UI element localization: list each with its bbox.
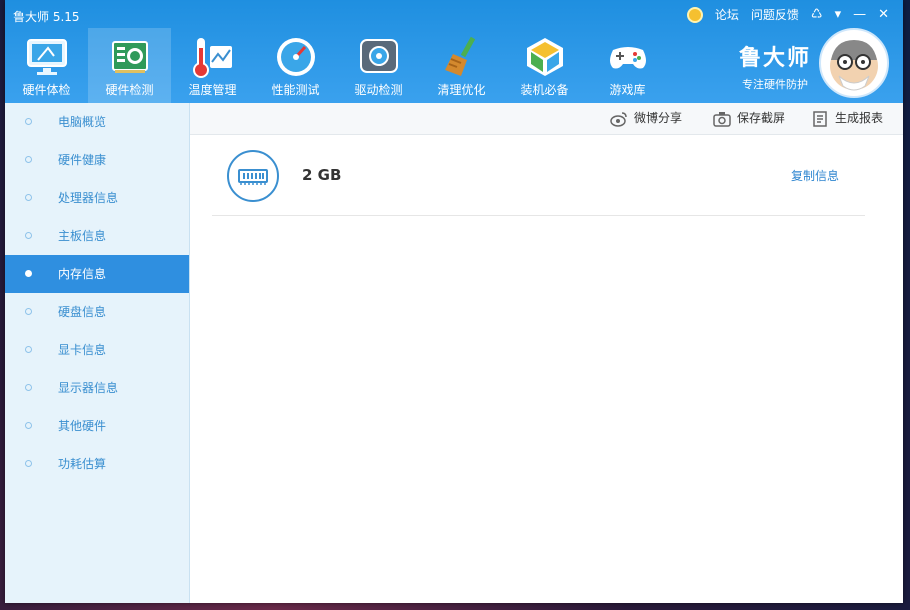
nav-label: 硬件检测 xyxy=(105,83,154,97)
bullet-icon xyxy=(25,308,32,315)
nav-label: 性能测试 xyxy=(271,83,320,97)
nav-cleanup[interactable]: 清理优化 xyxy=(420,28,503,103)
nav-temperature[interactable]: 温度管理 xyxy=(171,28,254,103)
generate-report-button[interactable]: 生成报表 xyxy=(811,103,883,134)
mascot-icon xyxy=(830,40,878,91)
bullet-icon xyxy=(25,232,32,239)
sidebar-item-label: 硬件健康 xyxy=(58,153,107,167)
memory-row: 2 GB 复制信息 xyxy=(212,135,865,216)
sidebar: 电脑概览 硬件健康 处理器信息 主板信息 内存信息 硬盘信息 显卡信息 显示器信… xyxy=(5,103,190,603)
feedback-link[interactable]: 问题反馈 xyxy=(751,6,799,23)
app-window: 鲁大师 5.15 论坛 问题反馈 ♺ ▾ — ✕ 硬件体检 硬件检测 温度管理 … xyxy=(5,0,903,603)
brand-name: 鲁大师 xyxy=(738,46,811,71)
sidebar-item-label: 其他硬件 xyxy=(58,419,107,433)
save-screenshot-button[interactable]: 保存截屏 xyxy=(713,103,785,134)
sidebar-item-other[interactable]: 其他硬件 xyxy=(5,407,189,445)
sidebar-item-label: 硬盘信息 xyxy=(58,305,107,319)
sidebar-item-display[interactable]: 显示器信息 xyxy=(5,369,189,407)
skin-icon[interactable]: ♺ xyxy=(811,7,823,22)
sidebar-item-power[interactable]: 功耗估算 xyxy=(5,445,189,483)
nav-performance[interactable]: 性能测试 xyxy=(254,28,337,103)
memory-icon xyxy=(227,150,279,202)
brand-slogan: 专注硬件防护 xyxy=(741,78,808,91)
minimize-icon[interactable]: — xyxy=(853,7,866,22)
copy-info-button[interactable]: 复制信息 xyxy=(791,167,839,184)
nav-label: 温度管理 xyxy=(188,83,237,97)
toolbar: 微博分享 保存截屏 生成报表 xyxy=(190,103,903,135)
sidebar-item-motherboard[interactable]: 主板信息 xyxy=(5,217,189,255)
sidebar-item-memory[interactable]: 内存信息 xyxy=(5,255,189,293)
medal-icon[interactable] xyxy=(686,6,703,23)
report-icon xyxy=(813,110,827,127)
close-icon[interactable]: ✕ xyxy=(878,7,889,22)
bullet-icon xyxy=(25,384,32,391)
nav-essentials[interactable]: 装机必备 xyxy=(503,28,586,103)
bullet-icon xyxy=(25,156,32,163)
nav-label: 硬件体检 xyxy=(22,83,71,97)
watermark-text: 什么值得买 xyxy=(810,580,900,601)
gear-box-icon xyxy=(359,39,398,73)
weibo-icon xyxy=(610,111,627,127)
nav-label: 驱动检测 xyxy=(354,83,403,97)
thermometer-icon xyxy=(192,38,232,78)
nav-label: 清理优化 xyxy=(437,83,486,97)
sidebar-item-label: 内存信息 xyxy=(58,267,107,281)
brand: 鲁大师 专注硬件防护 xyxy=(739,40,811,92)
generate-report-label: 生成报表 xyxy=(835,111,884,125)
top-bar: 鲁大师 5.15 论坛 问题反馈 ♺ ▾ — ✕ 硬件体检 硬件检测 温度管理 … xyxy=(5,0,903,103)
sidebar-item-label: 功耗估算 xyxy=(58,457,107,471)
weibo-share-button[interactable]: 微博分享 xyxy=(610,103,682,134)
watermark-icon: 值 xyxy=(778,576,804,602)
memory-size: 2 GB xyxy=(302,166,342,184)
bullet-icon xyxy=(25,460,32,467)
sidebar-item-health[interactable]: 硬件健康 xyxy=(5,141,189,179)
monitor-icon xyxy=(26,39,67,75)
sidebar-item-label: 处理器信息 xyxy=(58,191,119,205)
gamepad-icon xyxy=(609,47,646,69)
camera-icon xyxy=(713,111,731,127)
bullet-icon xyxy=(25,346,32,353)
board-icon xyxy=(111,41,148,73)
sidebar-item-disk[interactable]: 硬盘信息 xyxy=(5,293,189,331)
sidebar-item-gpu[interactable]: 显卡信息 xyxy=(5,331,189,369)
sidebar-item-label: 显卡信息 xyxy=(58,343,107,357)
main-content: 2 GB 复制信息 xyxy=(190,135,903,603)
sidebar-item-label: 主板信息 xyxy=(58,229,107,243)
sidebar-item-label: 显示器信息 xyxy=(58,381,119,395)
mascot-avatar[interactable] xyxy=(819,28,889,98)
nav-hardware-check[interactable]: 硬件体检 xyxy=(5,28,88,103)
bullet-icon xyxy=(25,422,32,429)
window-controls: 论坛 问题反馈 ♺ ▾ — ✕ xyxy=(686,6,889,23)
save-screenshot-label: 保存截屏 xyxy=(737,111,786,125)
nav-hardware-detect[interactable]: 硬件检测 xyxy=(88,28,171,103)
nav-games[interactable]: 游戏库 xyxy=(586,28,669,103)
menu-dropdown-icon[interactable]: ▾ xyxy=(835,7,842,22)
forum-link[interactable]: 论坛 xyxy=(715,6,739,23)
bullet-icon xyxy=(25,194,32,201)
window-title: 鲁大师 5.15 xyxy=(13,10,80,24)
bullet-icon xyxy=(25,118,32,125)
weibo-share-label: 微博分享 xyxy=(634,111,683,125)
sidebar-item-cpu[interactable]: 处理器信息 xyxy=(5,179,189,217)
nav-label: 游戏库 xyxy=(609,83,646,97)
main-nav: 硬件体检 硬件检测 温度管理 性能测试 驱动检测 清理优化 装机必备 游戏库 xyxy=(5,28,669,103)
nav-label: 装机必备 xyxy=(520,83,569,97)
broom-icon xyxy=(444,36,475,76)
watermark: 值 什么值得买 xyxy=(778,576,900,602)
sidebar-item-overview[interactable]: 电脑概览 xyxy=(5,103,189,141)
speedometer-icon xyxy=(276,38,315,76)
cube-icon xyxy=(526,38,563,76)
sidebar-item-label: 电脑概览 xyxy=(58,115,107,129)
bullet-icon xyxy=(25,270,32,277)
nav-driver[interactable]: 驱动检测 xyxy=(337,28,420,103)
